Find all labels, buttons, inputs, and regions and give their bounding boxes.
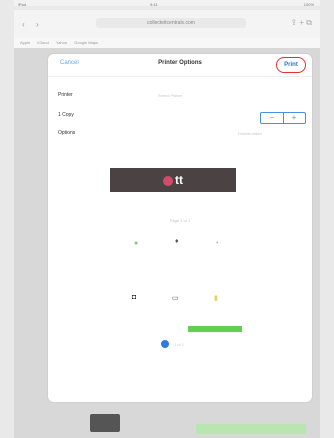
copies-stepper: − + — [260, 112, 306, 124]
background-thumbnail — [90, 414, 120, 432]
overlay-toast: tt — [110, 168, 236, 192]
address-bar[interactable]: collecteitcentrals.com — [96, 18, 246, 28]
bookmark-item[interactable]: Yahoo — [56, 40, 67, 45]
bulb-icon: ▮ — [214, 295, 218, 302]
bookmark-item[interactable]: Apple — [20, 40, 30, 45]
options-value[interactable]: Double-sided — [238, 131, 262, 136]
tray-icon: ▭ — [172, 295, 179, 302]
printer-label: Printer — [58, 92, 73, 98]
bookmark-item[interactable]: Google Maps — [74, 40, 98, 45]
pin-icon: • — [216, 240, 219, 247]
printer-options-sheet: Cancel Printer Options Print Printer Sel… — [48, 54, 312, 402]
toast-text: tt — [175, 173, 183, 187]
bookmarks-bar: Apple iCloud Yahoo Google Maps — [14, 38, 320, 48]
increment-button[interactable]: + — [283, 113, 305, 123]
print-button[interactable]: Print — [276, 57, 306, 73]
preview-label: Page 1 of 1 — [169, 218, 191, 223]
page-indicator-label: 1 of 1 — [174, 342, 185, 347]
sheet-header: Cancel Printer Options Print — [48, 54, 312, 77]
carrier-label: iPad — [18, 2, 27, 7]
sheet-title: Printer Options — [158, 60, 202, 66]
background-green-strip — [196, 424, 306, 434]
browser-toolbar: ‹ › collecteitcentrals.com ⇪ + ⧉ — [14, 10, 320, 39]
bookmark-item[interactable]: iCloud — [37, 40, 48, 45]
green-dot-icon: ● — [134, 240, 139, 247]
decrement-button[interactable]: − — [261, 113, 284, 123]
status-bar: iPad 9:41 100% — [14, 2, 320, 10]
forward-button[interactable]: › — [36, 20, 39, 29]
battery-label: 100% — [303, 2, 314, 7]
green-highlight-bar — [188, 326, 242, 332]
status-time: 9:41 — [150, 2, 158, 7]
toolbar-right-icons[interactable]: ⇪ + ⧉ — [290, 18, 312, 28]
printer-value[interactable]: Select Printer — [158, 93, 182, 98]
mic-icon: ♦ — [175, 238, 179, 245]
back-button[interactable]: ‹ — [22, 20, 25, 29]
camera-icon: ◘ — [132, 294, 137, 301]
copies-label: 1 Copy — [58, 112, 74, 118]
page-indicator-dot[interactable] — [161, 340, 169, 348]
options-label: Options — [58, 130, 76, 136]
toast-accent-icon — [163, 175, 173, 186]
